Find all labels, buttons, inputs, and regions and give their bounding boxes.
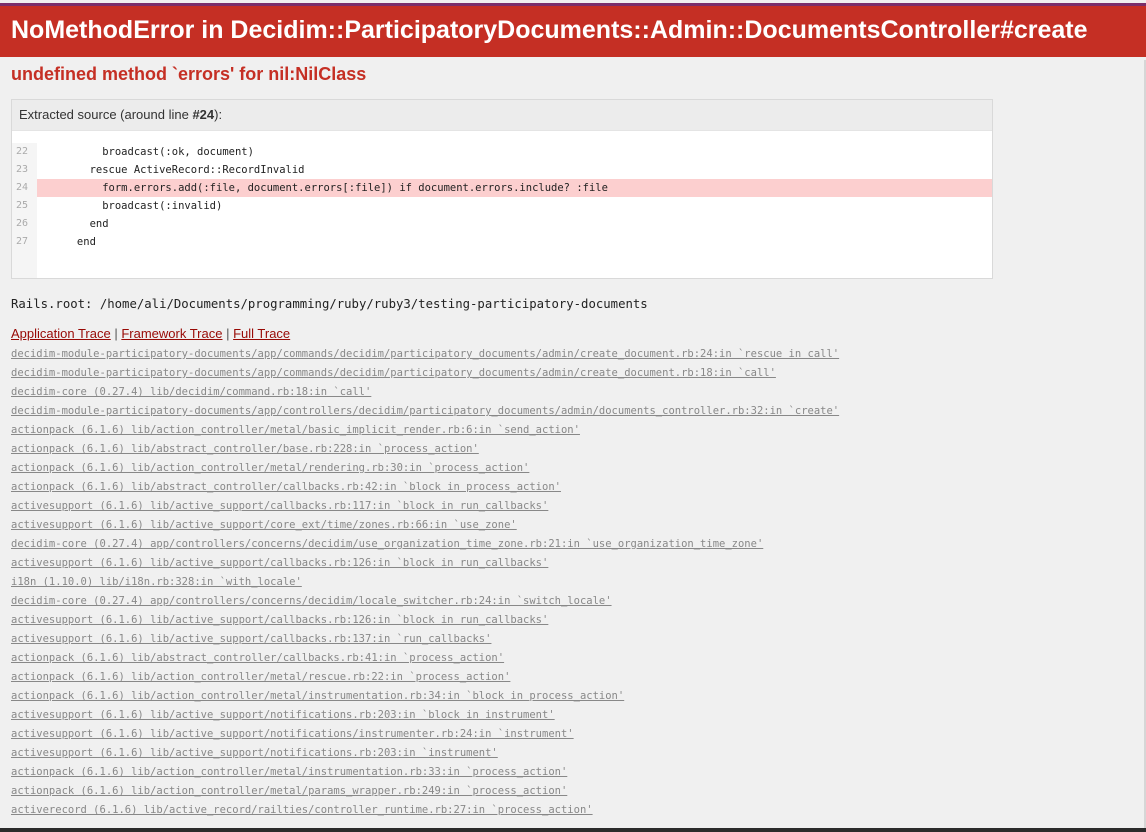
trace-frame-link[interactable]: activesupport (6.1.6) lib/active_support… bbox=[11, 611, 1135, 630]
source-body: 22 23 24 25 26 27 broadcast(:ok, document) re… bbox=[12, 131, 992, 278]
exception-message: undefined method `errors' for nil:NilCla… bbox=[11, 64, 367, 84]
trace-frame-link[interactable]: actionpack (6.1.6) lib/action_controller… bbox=[11, 782, 1135, 801]
code-lines: broadcast(:ok, document) rescue ActiveRe… bbox=[37, 143, 992, 278]
trace-frame-link[interactable]: decidim-core (0.27.4) app/controllers/co… bbox=[11, 535, 1135, 554]
trace-frame-link[interactable]: decidim-module-participatory-documents/a… bbox=[11, 402, 1135, 421]
tab-full-trace[interactable]: Full Trace bbox=[233, 326, 290, 341]
trace-frame-link[interactable]: actionpack (6.1.6) lib/action_controller… bbox=[11, 459, 1135, 478]
trace-frame-link[interactable]: activesupport (6.1.6) lib/active_support… bbox=[11, 725, 1135, 744]
trace-tabs: Application Trace | Framework Trace | Fu… bbox=[11, 325, 1135, 343]
source-info-suffix: ): bbox=[214, 107, 223, 122]
trace-frame-link[interactable]: actionpack (6.1.6) lib/action_controller… bbox=[11, 687, 1135, 706]
line-number: 22 bbox=[16, 146, 29, 157]
extracted-source: Extracted source (around line #24): 22 23… bbox=[11, 99, 993, 279]
trace-frame-link[interactable]: decidim-core (0.27.4) app/controllers/co… bbox=[11, 592, 1135, 611]
code-line: rescue ActiveRecord::RecordInvalid bbox=[39, 164, 305, 176]
trace-frame-link[interactable]: actionpack (6.1.6) lib/abstract_controll… bbox=[11, 440, 1135, 459]
window-top-strip bbox=[0, 3, 1146, 6]
tab-framework-trace[interactable]: Framework Trace bbox=[121, 326, 222, 341]
trace-tab-separator: | bbox=[110, 326, 122, 341]
trace-tab-separator: | bbox=[222, 326, 234, 341]
code-line: broadcast(:ok, document) bbox=[39, 146, 254, 158]
trace-frame-link[interactable]: activesupport (6.1.6) lib/active_support… bbox=[11, 744, 1135, 763]
trace-frame-link[interactable]: actionpack (6.1.6) lib/action_controller… bbox=[11, 763, 1135, 782]
trace-frame-link[interactable]: activesupport (6.1.6) lib/active_support… bbox=[11, 554, 1135, 573]
trace-frame-link[interactable]: activesupport (6.1.6) lib/active_support… bbox=[11, 706, 1135, 725]
error-container: undefined method `errors' for nil:NilCla… bbox=[0, 57, 1146, 820]
trace-frame-link[interactable]: decidim-module-participatory-documents/a… bbox=[11, 345, 1135, 364]
line-number: 24 bbox=[16, 182, 29, 193]
line-number: 23 bbox=[16, 164, 29, 175]
trace-frame-link[interactable]: activesupport (6.1.6) lib/active_support… bbox=[11, 497, 1135, 516]
trace-frame-link[interactable]: actionpack (6.1.6) lib/abstract_controll… bbox=[11, 478, 1135, 497]
trace-frame-link[interactable]: activesupport (6.1.6) lib/active_support… bbox=[11, 516, 1135, 535]
source-info-prefix: Extracted source (around line bbox=[19, 107, 193, 122]
trace-frame-link[interactable]: decidim-module-participatory-documents/a… bbox=[11, 364, 1135, 383]
rails-root: Rails.root: /home/ali/Documents/programm… bbox=[11, 297, 648, 311]
code-line: end bbox=[39, 218, 109, 230]
trace-frame-link[interactable]: activerecord (6.1.6) lib/active_record/r… bbox=[11, 801, 1135, 820]
trace-list: decidim-module-participatory-documents/a… bbox=[11, 345, 1135, 820]
source-info-line: #24 bbox=[192, 107, 215, 122]
tab-application-trace[interactable]: Application Trace bbox=[11, 326, 111, 341]
line-number: 27 bbox=[16, 236, 29, 247]
trace-frame-link[interactable]: actionpack (6.1.6) lib/abstract_controll… bbox=[11, 649, 1135, 668]
code-line: end bbox=[39, 236, 96, 248]
trace-frame-link[interactable]: i18n (1.10.0) lib/i18n.rb:328:in `with_l… bbox=[11, 573, 1135, 592]
extracted-source-info: Extracted source (around line #24): bbox=[12, 100, 992, 131]
code-line: broadcast(:invalid) bbox=[39, 200, 223, 212]
trace-frame-link[interactable]: activesupport (6.1.6) lib/active_support… bbox=[11, 630, 1135, 649]
error-title: NoMethodError in Decidim::ParticipatoryD… bbox=[11, 15, 1088, 44]
error-header: NoMethodError in Decidim::ParticipatoryD… bbox=[0, 3, 1146, 57]
line-number: 25 bbox=[16, 200, 29, 211]
line-number: 26 bbox=[16, 218, 29, 229]
line-numbers: 22 23 24 25 26 27 bbox=[12, 143, 37, 278]
trace-frame-link[interactable]: actionpack (6.1.6) lib/action_controller… bbox=[11, 421, 1135, 440]
code-line-highlighted: form.errors.add(:file, document.errors[:… bbox=[37, 179, 992, 197]
trace-frame-link[interactable]: decidim-core (0.27.4) lib/decidim/comman… bbox=[11, 383, 1135, 402]
trace-frame-link[interactable]: actionpack (6.1.6) lib/action_controller… bbox=[11, 668, 1135, 687]
